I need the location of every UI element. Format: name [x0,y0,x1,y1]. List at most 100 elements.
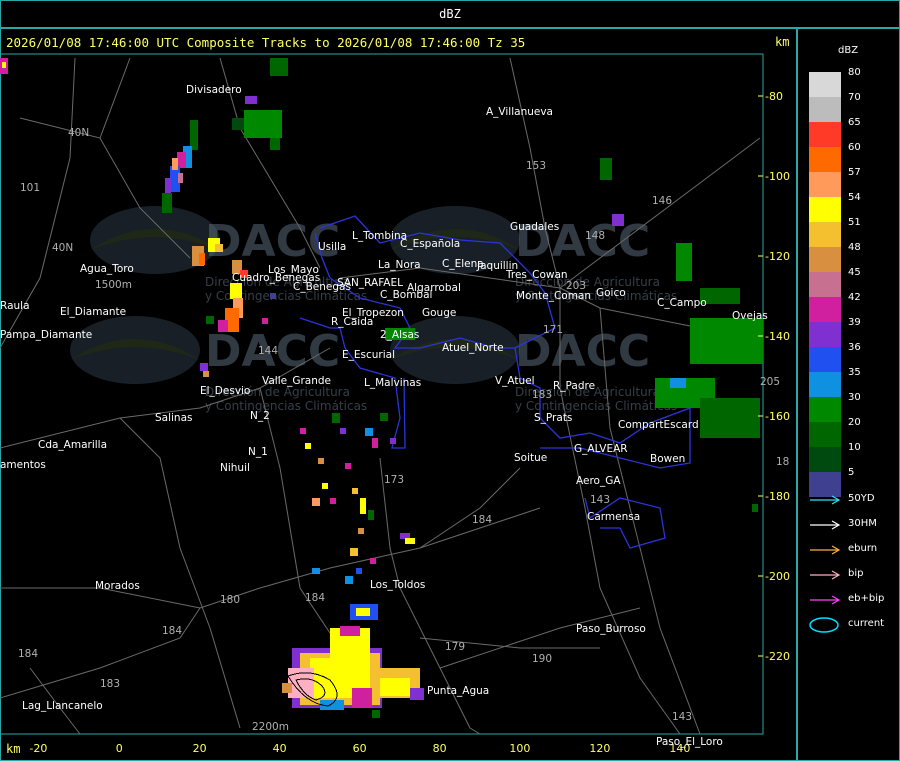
track-legend-item: 50YD [806,492,896,508]
place-label: Goico [596,287,626,299]
y-tick-label: -200 [765,570,790,583]
header-timestamp: 2026/01/08 17:46:00 UTC Composite Tracks… [6,35,526,50]
place-label: Divisadero [186,84,242,96]
legend-value-label: 60 [848,142,861,153]
arrow-icon [810,495,841,505]
place-label: 148 [585,230,605,242]
track-legend-label: eburn [848,543,878,554]
watermark-logo-3 [70,316,200,384]
legend-value-label: 45 [848,267,861,278]
legend-title: dBZ [838,45,859,56]
watermark-sub2-d: y Contingencias Climáticas [515,399,677,413]
legend-swatch [809,222,841,247]
place-label: SAN_RAFAEL [337,277,403,289]
place-label: A_Villanueva [486,106,553,118]
y-tick-label: -100 [765,170,790,183]
place-label: 2_Alsas [380,329,419,341]
x-tick-label: 120 [589,742,610,755]
legend-swatch [809,72,841,97]
place-label: Punta_Agua [427,685,489,697]
place-label: Salinas [155,412,193,424]
watermark-sub2-c: y Contingencias Climáticas [205,399,367,413]
legend-swatch [809,97,841,122]
track-legend-item: eburn [806,542,896,558]
track-legend-item: bip [806,567,896,583]
legend-value-label: 10 [848,442,861,453]
place-label: Usilla [318,241,346,253]
place-label: 153 [526,160,546,172]
legend-swatch [809,322,841,347]
place-label: 180 [220,594,240,606]
x-tick-label: 80 [433,742,447,755]
place-label: 143 [672,711,692,723]
place-label: C_Bombal [380,289,432,301]
legend-swatch [809,372,841,397]
arrow-icon [810,595,841,605]
place-label: Tres_Cowan [505,269,568,281]
legend-value-label: 80 [848,67,861,78]
place-label: Aero_GA [576,475,621,487]
place-label: Ovejas [732,310,768,322]
legend-swatch [809,247,841,272]
echo-center-trail [300,413,410,584]
y-tick-label: -80 [765,90,783,103]
place-label: 146 [652,195,672,207]
place-label: E_Escurial [342,349,395,361]
place-label: 173 [384,474,404,486]
echo-south-storm [282,604,424,718]
km-unit-top: km [775,35,790,49]
y-tick-label: -180 [765,490,790,503]
place-label: amentos [0,459,46,471]
place-label: Soitue [514,452,547,464]
place-label: Agua_Toro [80,263,134,275]
arrow-icon [810,520,841,530]
place-label: Atuel_Norte [442,342,504,354]
legend-swatch [809,397,841,422]
place-label: 184 [305,592,325,604]
place-label: 1500m [95,279,132,291]
legend-swatch [809,297,841,322]
x-tick-label: 60 [353,742,367,755]
track-legend-label: 30HM [848,518,877,529]
x-tick-label: -20 [29,742,47,755]
place-label: El_Diamante [60,306,126,318]
y-tick-label: -140 [765,330,790,343]
place-label: Raula [0,300,30,312]
track-legend-item: eb+bip [806,592,896,608]
legend-value-label: 20 [848,417,861,428]
place-label: 205 [760,376,780,388]
x-tick-label: 20 [193,742,207,755]
place-label: 18 [776,456,789,468]
x-tick-label: 0 [116,742,123,755]
x-axis: -20 0 20 40 60 80 100 120 140 [29,742,690,755]
track-legend-label: bip [848,568,864,579]
place-label: Cda_Amarilla [38,439,107,451]
place-label: 179 [445,641,465,653]
legend-swatch [809,172,841,197]
legend-value-label: 70 [848,92,861,103]
watermark-brand-4: DACC [515,326,650,377]
legend-swatch [809,197,841,222]
legend-value-label: 36 [848,342,861,353]
place-label: 190 [532,653,552,665]
place-label: C_Española [400,238,460,250]
radar-map[interactable]: DACC DACC DACC DACC Dirección de Agricul… [0,28,797,761]
legend-value-label: 35 [848,367,861,378]
legend-value-label: 65 [848,117,861,128]
place-label: 184 [18,648,38,660]
top-title: dBZ [439,7,461,21]
place-label: 101 [20,182,40,194]
legend-value-label: 54 [848,192,861,203]
echo-cell-nw [162,120,198,213]
place-label: Lag_Llancanelo [22,700,103,712]
place-label: S_Prats [534,412,572,424]
place-label: 2200m [252,721,289,733]
arrow-icon [810,570,841,580]
place-label: Bowen [650,453,685,465]
legend-value-label: 51 [848,217,861,228]
place-label: 183 [532,389,552,401]
place-label: La_Nora [378,259,421,271]
place-label: V_Atuel [495,375,535,387]
track-legend-item: 30HM [806,517,896,533]
y-tick-label: -120 [765,250,790,263]
